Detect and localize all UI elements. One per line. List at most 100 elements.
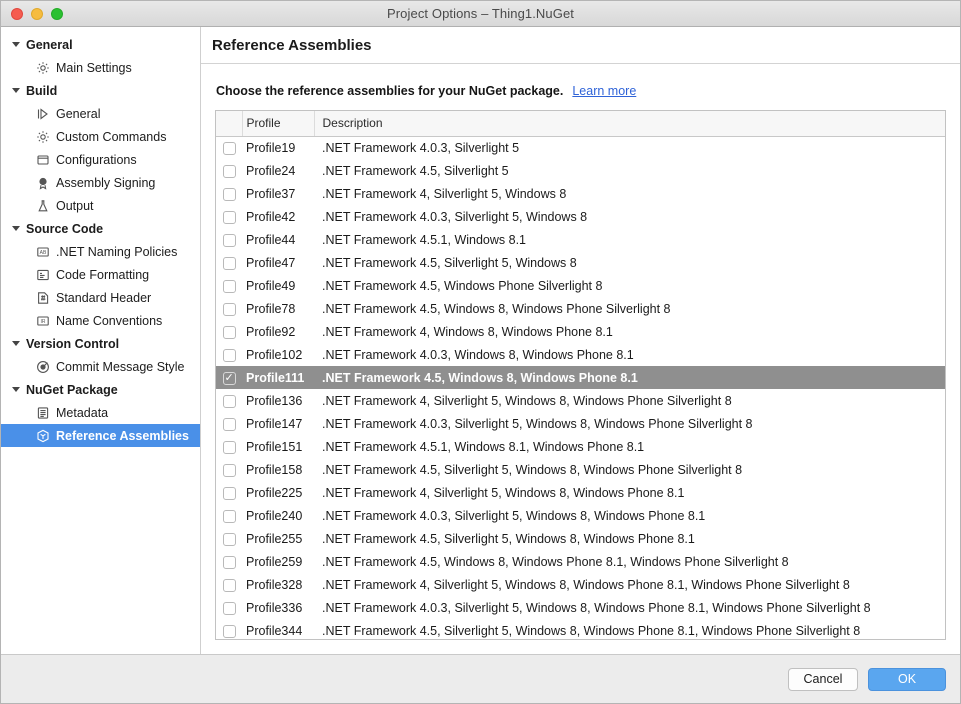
row-checkbox-cell[interactable]: ✓ <box>216 366 242 389</box>
disclosure-triangle-icon[interactable] <box>10 338 21 349</box>
row-checkbox[interactable] <box>223 165 236 178</box>
sidebar-item-code-formatting[interactable]: Code Formatting <box>1 263 200 286</box>
row-description: .NET Framework 4.5, Silverlight 5, Windo… <box>314 458 945 481</box>
row-checkbox[interactable] <box>223 303 236 316</box>
sidebar-group-version-control[interactable]: Version Control <box>1 332 200 355</box>
profiles-table-container[interactable]: Profile Description Profile19.NET Framew… <box>215 110 946 640</box>
row-checkbox[interactable] <box>223 533 236 546</box>
row-checkbox-cell[interactable] <box>216 412 242 435</box>
disclosure-triangle-icon[interactable] <box>10 85 21 96</box>
row-checkbox-cell[interactable] <box>216 458 242 481</box>
column-header-check[interactable] <box>216 111 242 136</box>
table-row[interactable]: Profile24.NET Framework 4.5, Silverlight… <box>216 159 945 182</box>
row-checkbox[interactable] <box>223 625 236 638</box>
table-row[interactable]: Profile259.NET Framework 4.5, Windows 8,… <box>216 550 945 573</box>
row-checkbox-cell[interactable] <box>216 274 242 297</box>
row-description: .NET Framework 4.5, Windows 8, Windows P… <box>314 550 945 573</box>
table-row[interactable]: Profile344.NET Framework 4.5, Silverligh… <box>216 619 945 640</box>
row-checkbox[interactable] <box>223 556 236 569</box>
row-checkbox[interactable] <box>223 188 236 201</box>
row-checkbox-cell[interactable] <box>216 596 242 619</box>
disclosure-triangle-icon[interactable] <box>10 39 21 50</box>
sidebar-item-main-settings[interactable]: Main Settings <box>1 56 200 79</box>
row-checkbox[interactable] <box>223 395 236 408</box>
row-checkbox[interactable] <box>223 487 236 500</box>
row-checkbox[interactable] <box>223 441 236 454</box>
settings-sidebar[interactable]: GeneralMain SettingsBuildGeneralCustom C… <box>1 27 201 654</box>
sidebar-item-standard-header[interactable]: Standard Header <box>1 286 200 309</box>
table-row[interactable]: Profile151.NET Framework 4.5.1, Windows … <box>216 435 945 458</box>
sidebar-item-commit-message-style[interactable]: Commit Message Style <box>1 355 200 378</box>
row-checkbox-cell[interactable] <box>216 389 242 412</box>
table-row[interactable]: Profile92.NET Framework 4, Windows 8, Wi… <box>216 320 945 343</box>
sidebar-group-general[interactable]: General <box>1 33 200 56</box>
row-checkbox[interactable] <box>223 211 236 224</box>
table-row[interactable]: Profile136.NET Framework 4, Silverlight … <box>216 389 945 412</box>
table-row[interactable]: Profile78.NET Framework 4.5, Windows 8, … <box>216 297 945 320</box>
table-row[interactable]: Profile147.NET Framework 4.0.3, Silverli… <box>216 412 945 435</box>
ok-button[interactable]: OK <box>868 668 946 691</box>
sidebar-item-output[interactable]: Output <box>1 194 200 217</box>
disclosure-triangle-icon[interactable] <box>10 384 21 395</box>
sidebar-item-reference-assemblies[interactable]: Reference Assemblies <box>1 424 200 447</box>
row-checkbox[interactable] <box>223 234 236 247</box>
row-checkbox[interactable] <box>223 579 236 592</box>
sidebar-group-source-code[interactable]: Source Code <box>1 217 200 240</box>
row-checkbox[interactable] <box>223 257 236 270</box>
table-row[interactable]: Profile44.NET Framework 4.5.1, Windows 8… <box>216 228 945 251</box>
table-row[interactable]: ✓Profile111.NET Framework 4.5, Windows 8… <box>216 366 945 389</box>
row-checkbox-cell[interactable] <box>216 435 242 458</box>
sidebar-item-metadata[interactable]: Metadata <box>1 401 200 424</box>
row-checkbox[interactable] <box>223 280 236 293</box>
row-checkbox[interactable] <box>223 326 236 339</box>
row-checkbox-cell[interactable] <box>216 251 242 274</box>
row-checkbox-cell[interactable] <box>216 159 242 182</box>
learn-more-link[interactable]: Learn more <box>572 84 636 98</box>
row-checkbox[interactable] <box>223 510 236 523</box>
row-checkbox-cell[interactable] <box>216 343 242 366</box>
table-row[interactable]: Profile49.NET Framework 4.5, Windows Pho… <box>216 274 945 297</box>
sidebar-item-name-conventions[interactable]: IRName Conventions <box>1 309 200 332</box>
row-checkbox-cell[interactable] <box>216 527 242 550</box>
row-checkbox-cell[interactable] <box>216 228 242 251</box>
sidebar-item-general[interactable]: General <box>1 102 200 125</box>
table-row[interactable]: Profile42.NET Framework 4.0.3, Silverlig… <box>216 205 945 228</box>
disclosure-triangle-icon[interactable] <box>10 223 21 234</box>
table-row[interactable]: Profile19.NET Framework 4.0.3, Silverlig… <box>216 136 945 159</box>
table-row[interactable]: Profile102.NET Framework 4.0.3, Windows … <box>216 343 945 366</box>
table-row[interactable]: Profile328.NET Framework 4, Silverlight … <box>216 573 945 596</box>
row-checkbox-cell[interactable] <box>216 320 242 343</box>
row-checkbox-cell[interactable] <box>216 504 242 527</box>
row-checkbox[interactable] <box>223 464 236 477</box>
column-header-profile[interactable]: Profile <box>242 111 314 136</box>
cancel-button[interactable]: Cancel <box>788 668 858 691</box>
table-row[interactable]: Profile158.NET Framework 4.5, Silverligh… <box>216 458 945 481</box>
table-row[interactable]: Profile37.NET Framework 4, Silverlight 5… <box>216 182 945 205</box>
sidebar-item-custom-commands[interactable]: Custom Commands <box>1 125 200 148</box>
sidebar-item-assembly-signing[interactable]: Assembly Signing <box>1 171 200 194</box>
sidebar-group-nuget-package[interactable]: NuGet Package <box>1 378 200 401</box>
table-row[interactable]: Profile47.NET Framework 4.5, Silverlight… <box>216 251 945 274</box>
sidebar-item-configurations[interactable]: Configurations <box>1 148 200 171</box>
sidebar-group-build[interactable]: Build <box>1 79 200 102</box>
sidebar-item-net-naming-policies[interactable]: AB.NET Naming Policies <box>1 240 200 263</box>
row-checkbox-cell[interactable] <box>216 481 242 504</box>
row-checkbox[interactable] <box>223 602 236 615</box>
row-checkbox[interactable] <box>223 142 236 155</box>
row-checkbox-cell[interactable] <box>216 619 242 640</box>
table-row[interactable]: Profile240.NET Framework 4.0.3, Silverli… <box>216 504 945 527</box>
row-checkbox-cell[interactable] <box>216 205 242 228</box>
row-checkbox-cell[interactable] <box>216 297 242 320</box>
row-checkbox[interactable] <box>223 349 236 362</box>
table-row[interactable]: Profile336.NET Framework 4.0.3, Silverli… <box>216 596 945 619</box>
row-checkbox-cell[interactable] <box>216 573 242 596</box>
row-checkbox-cell[interactable] <box>216 136 242 159</box>
sidebar-item-label: .NET Naming Policies <box>56 245 177 259</box>
row-checkbox[interactable]: ✓ <box>223 372 236 385</box>
row-checkbox-cell[interactable] <box>216 182 242 205</box>
table-row[interactable]: Profile255.NET Framework 4.5, Silverligh… <box>216 527 945 550</box>
row-checkbox[interactable] <box>223 418 236 431</box>
row-checkbox-cell[interactable] <box>216 550 242 573</box>
table-row[interactable]: Profile225.NET Framework 4, Silverlight … <box>216 481 945 504</box>
column-header-description[interactable]: Description <box>314 111 945 136</box>
